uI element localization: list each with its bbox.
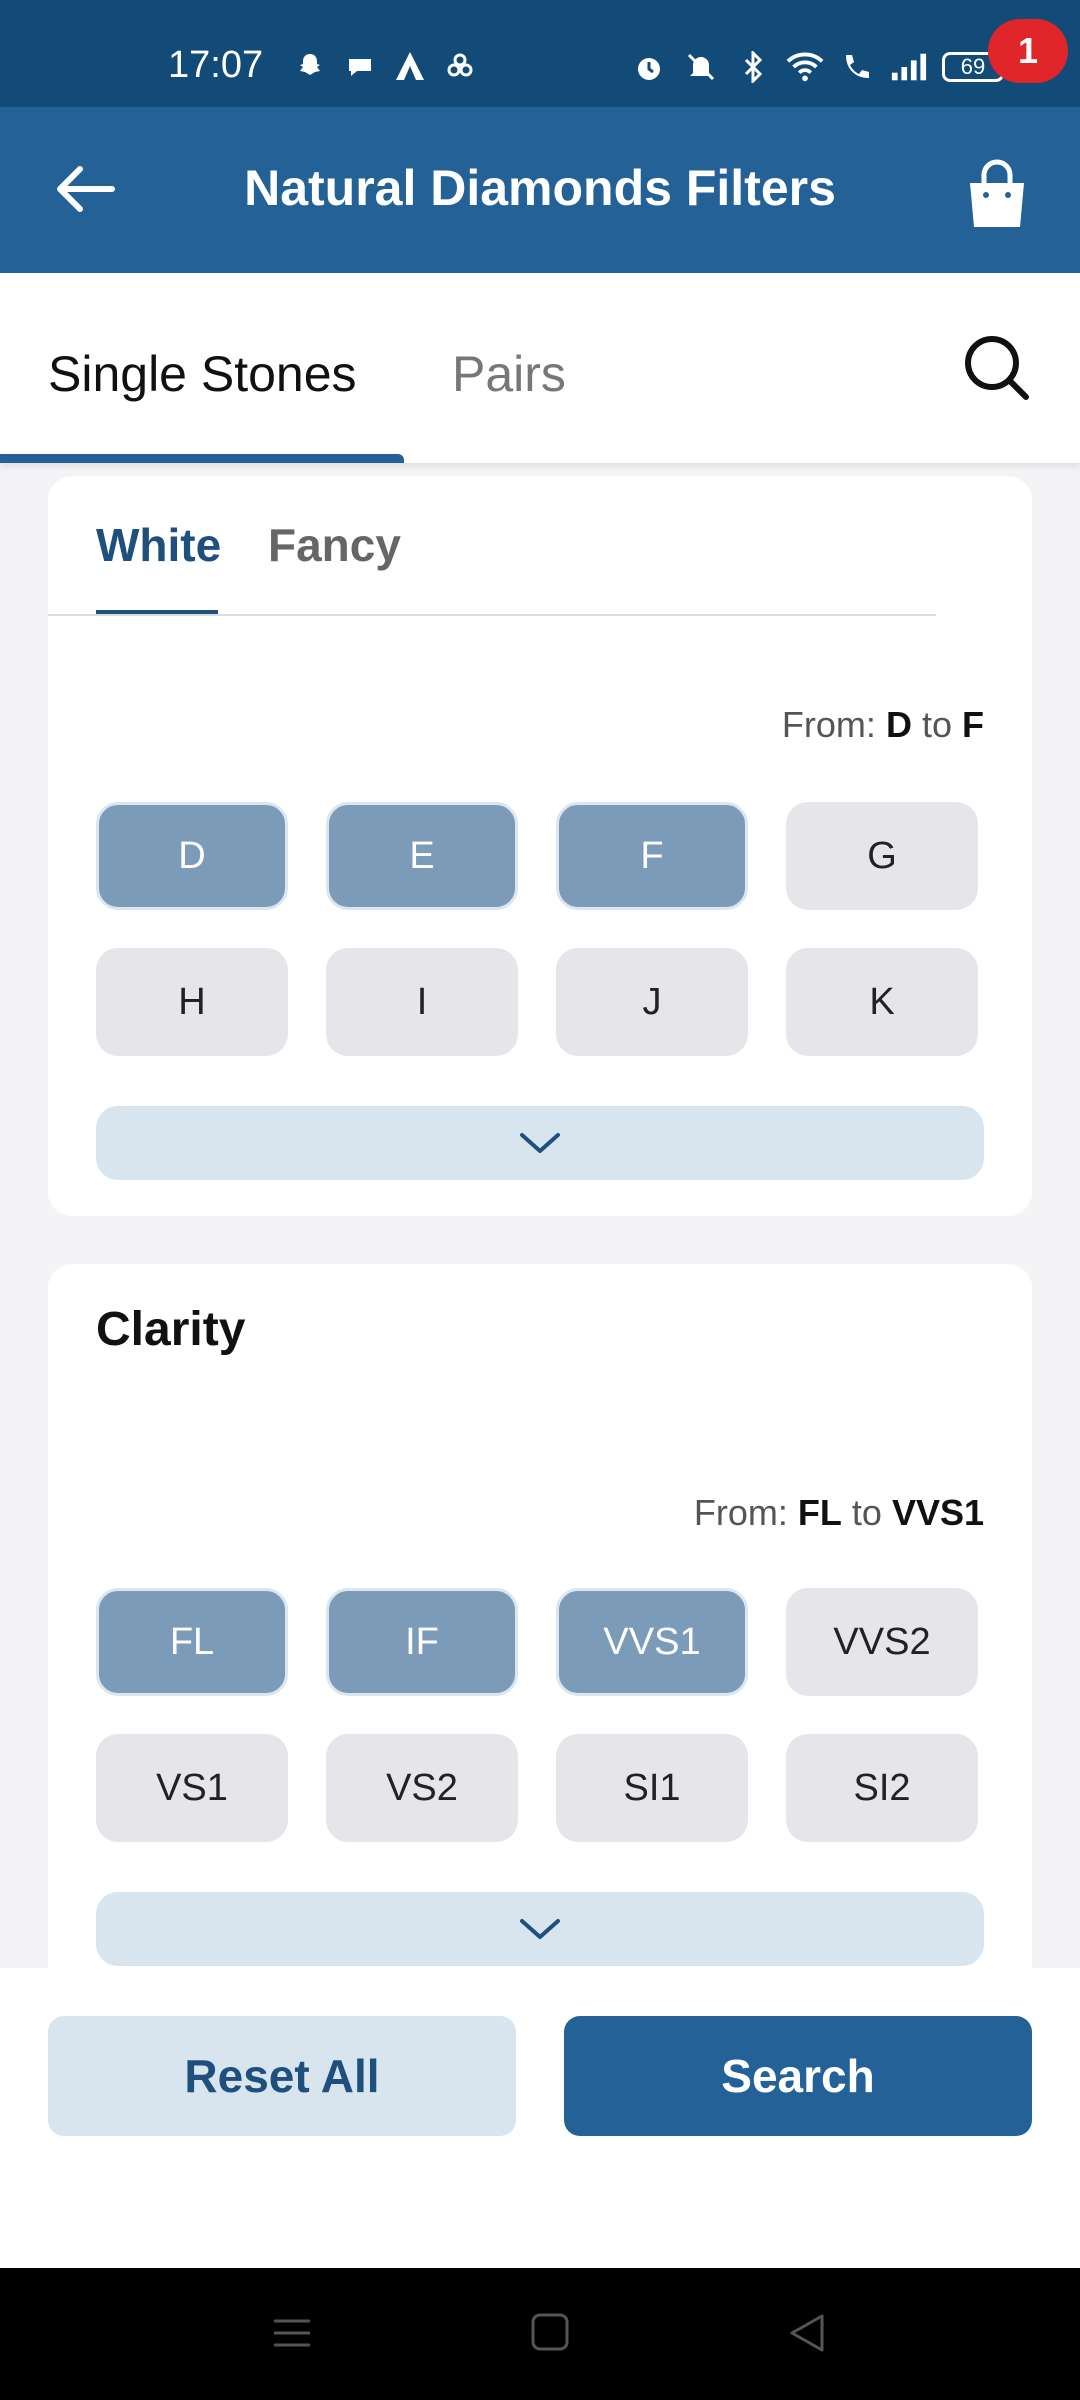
- clarity-chip-vs2[interactable]: VS2: [326, 1734, 518, 1842]
- wifi-icon: [786, 48, 824, 86]
- page-title: Natural Diamonds Filters: [244, 160, 836, 216]
- home-button[interactable]: [520, 2308, 580, 2358]
- signal-icon: [890, 48, 928, 86]
- active-tab-indicator: [0, 454, 404, 463]
- clarity-filter-card: Clarity From: FL to VVS1 FL IF VVS1 VVS2…: [48, 1264, 1032, 2004]
- color-chip-h[interactable]: H: [96, 948, 288, 1056]
- stone-type-tabs: Single Stones Pairs: [0, 273, 1080, 463]
- clarity-chip-vvs2[interactable]: VVS2: [786, 1588, 978, 1696]
- notification-icons: [292, 48, 478, 84]
- tab-fancy[interactable]: Fancy: [268, 518, 401, 572]
- search-button[interactable]: [962, 333, 1032, 403]
- home-icon: [531, 2313, 569, 2351]
- chevron-down-icon: [520, 1133, 560, 1153]
- color-chip-g[interactable]: G: [786, 802, 978, 910]
- tab-white[interactable]: White: [96, 518, 221, 572]
- color-chip-j[interactable]: J: [556, 948, 748, 1056]
- color-range-text: From: D to F: [781, 704, 984, 745]
- color-chip-f[interactable]: F: [556, 802, 748, 910]
- shopping-bag-icon: [970, 159, 1024, 227]
- search-icon: [965, 336, 1029, 400]
- status-time: 17:07: [168, 44, 264, 86]
- recents-button[interactable]: [262, 2308, 322, 2358]
- app-bar: Natural Diamonds Filters: [0, 107, 1080, 273]
- status-bar: 17:07 69: [0, 0, 1080, 107]
- color-chip-i[interactable]: I: [326, 948, 518, 1056]
- color-filter-card: White Fancy From: D to F D E F G H I J K: [48, 476, 1032, 1216]
- clarity-title: Clarity: [96, 1303, 246, 1356]
- color-chip-k[interactable]: K: [786, 948, 978, 1056]
- tab-single-stones[interactable]: Single Stones: [48, 345, 357, 403]
- system-nav-bar: [0, 2268, 1080, 2400]
- footer-actions: Reset All Search: [0, 1968, 1080, 2268]
- back-triangle-icon: [790, 2314, 824, 2352]
- cart-count-badge: 1: [988, 19, 1068, 83]
- clarity-expand-button[interactable]: [96, 1892, 984, 1966]
- menu-icon: [274, 2319, 310, 2347]
- mute-icon: [682, 48, 720, 86]
- color-chip-d[interactable]: D: [96, 802, 288, 910]
- bluetooth-icon: [734, 48, 772, 86]
- clarity-chip-fl[interactable]: FL: [96, 1588, 288, 1696]
- back-nav-button[interactable]: [778, 2308, 838, 2358]
- clarity-chip-vvs1[interactable]: VVS1: [556, 1588, 748, 1696]
- active-subtab-indicator: [96, 610, 218, 614]
- color-type-tabs: White Fancy: [48, 476, 936, 616]
- alarm-icon: [630, 48, 668, 86]
- a-app-icon: [392, 48, 428, 84]
- clarity-chip-if[interactable]: IF: [326, 1588, 518, 1696]
- clarity-chip-si2[interactable]: SI2: [786, 1734, 978, 1842]
- wifi-call-icon: [838, 48, 876, 86]
- system-icons: 69: [630, 48, 1010, 86]
- clarity-chip-si1[interactable]: SI1: [556, 1734, 748, 1842]
- clarity-chip-vs1[interactable]: VS1: [96, 1734, 288, 1842]
- color-expand-button[interactable]: [96, 1106, 984, 1180]
- chat-icon: [342, 48, 378, 84]
- chevron-down-icon: [520, 1919, 560, 1939]
- reset-all-button[interactable]: Reset All: [48, 2016, 516, 2136]
- snapchat-icon: [292, 48, 328, 84]
- tab-pairs[interactable]: Pairs: [452, 345, 566, 403]
- search-submit-button[interactable]: Search: [564, 2016, 1032, 2136]
- color-chip-e[interactable]: E: [326, 802, 518, 910]
- cart-button[interactable]: [962, 155, 1032, 235]
- clarity-range-text: From: FL to VVS1: [693, 1492, 984, 1533]
- pinwheel-icon: [442, 48, 478, 84]
